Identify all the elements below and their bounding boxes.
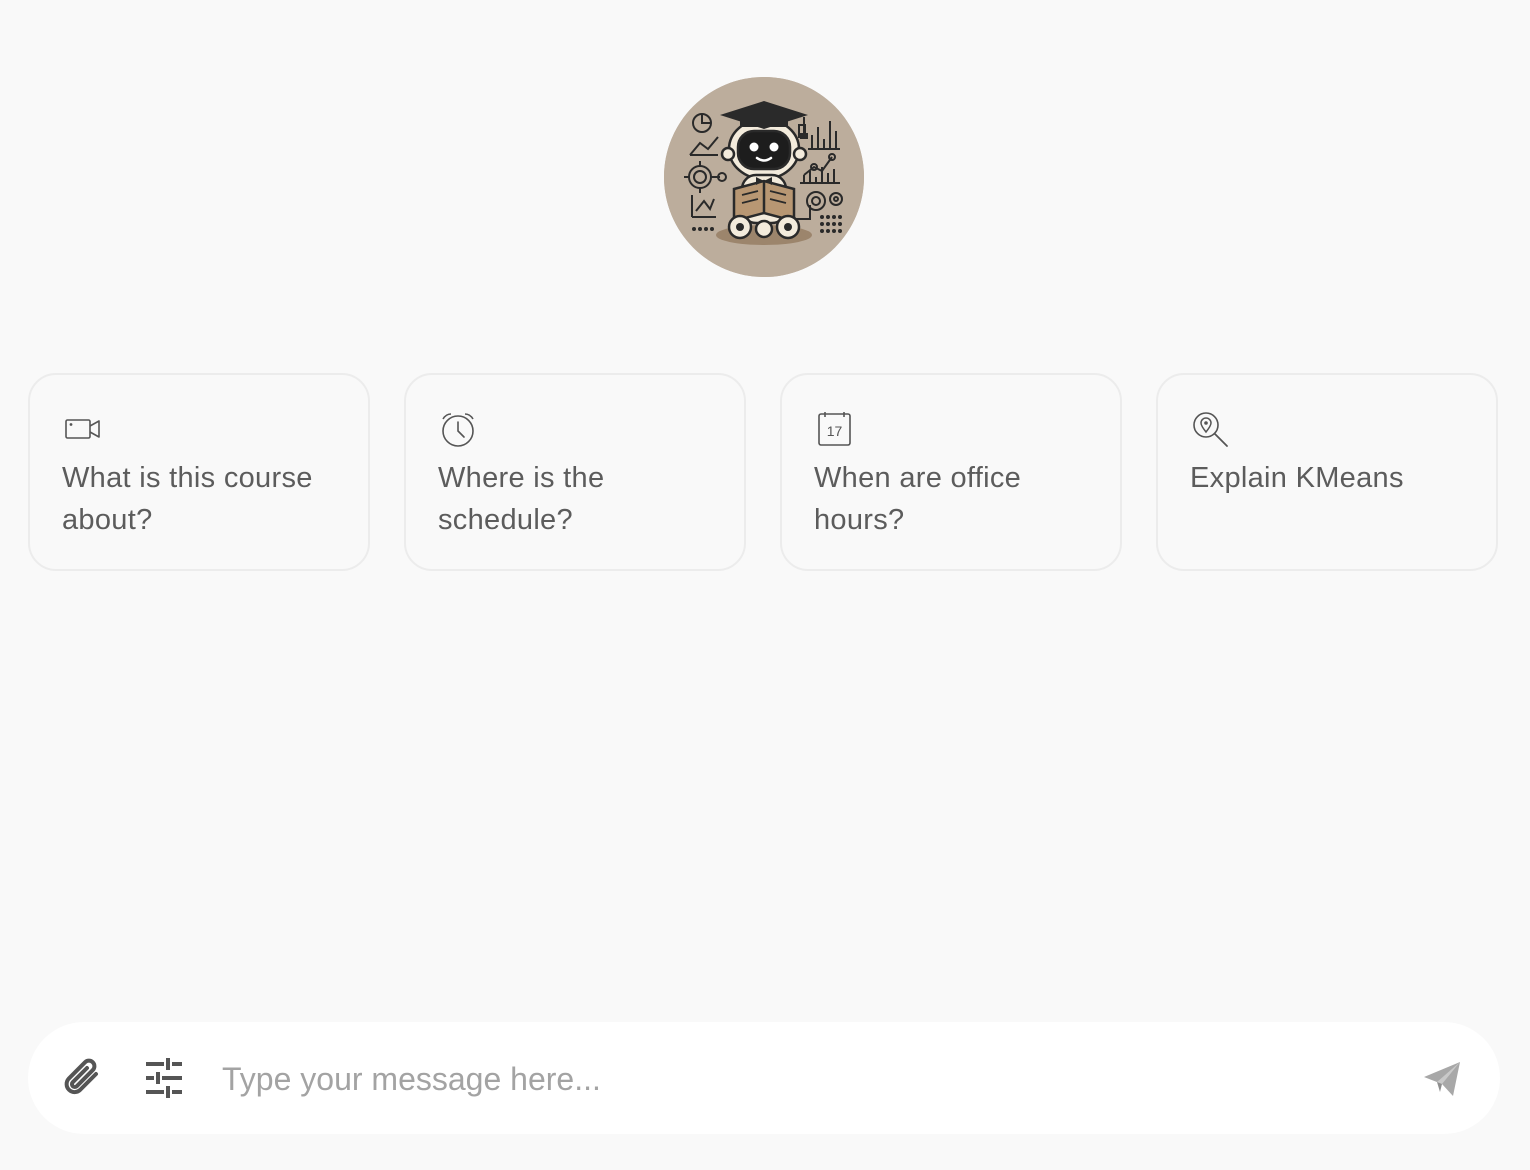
suggestion-label: When are office hours? <box>814 462 1022 536</box>
suggestion-card-office-hours[interactable]: 17 When are office hours? <box>780 373 1122 571</box>
suggestion-list: What is this course about? Where is the … <box>28 373 1500 573</box>
settings-button[interactable] <box>138 1052 190 1104</box>
suggestion-card-schedule[interactable]: Where is the schedule? <box>404 373 746 571</box>
assistant-avatar <box>664 77 864 277</box>
paperclip-icon <box>64 1058 98 1095</box>
suggestion-card-kmeans[interactable]: Explain KMeans <box>1156 373 1498 571</box>
suggestion-card-course[interactable]: What is this course about? <box>28 373 370 571</box>
chat-home: What is this course about? Where is the … <box>0 0 1530 1170</box>
sliders-icon <box>146 1058 182 1098</box>
video-camera-icon <box>62 409 102 449</box>
suggestion-label: Where is the schedule? <box>438 462 605 536</box>
attach-button[interactable] <box>56 1052 108 1104</box>
send-button[interactable] <box>1416 1052 1468 1104</box>
calendar-icon: 17 <box>814 409 854 449</box>
location-search-icon <box>1190 409 1230 449</box>
calendar-day: 17 <box>827 423 843 439</box>
message-composer <box>28 1022 1500 1134</box>
message-input[interactable] <box>220 1050 1394 1108</box>
suggestion-label: Explain KMeans <box>1190 462 1404 494</box>
robot-graduate-icon <box>664 77 864 277</box>
suggestion-label: What is this course about? <box>62 462 313 536</box>
alarm-clock-icon <box>438 409 478 449</box>
send-icon <box>1424 1062 1460 1096</box>
